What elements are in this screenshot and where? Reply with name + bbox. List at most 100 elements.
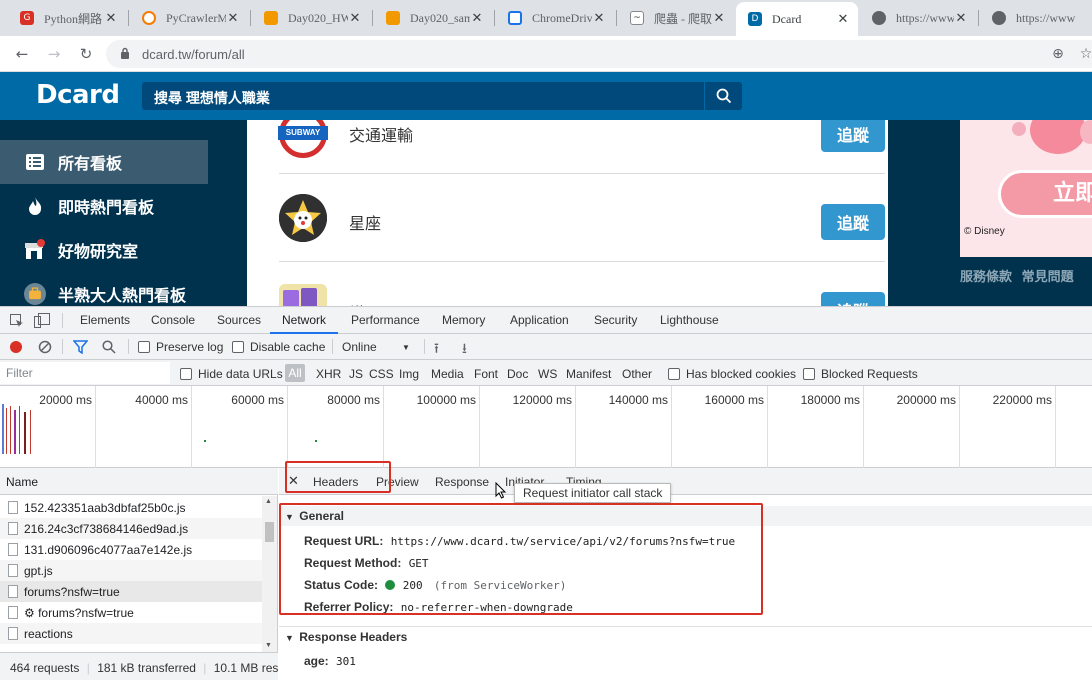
filter-js-button[interactable]: JS — [349, 367, 363, 381]
scroll-up-icon[interactable]: ▲ — [265, 498, 272, 505]
throttling-select[interactable]: Online ▼ — [342, 340, 414, 354]
reload-icon[interactable]: ↻ — [76, 44, 96, 64]
close-icon[interactable]: ✕ — [836, 12, 850, 27]
clear-icon[interactable] — [38, 340, 52, 357]
filter-icon[interactable] — [72, 340, 89, 357]
follow-button[interactable]: 追蹤 — [821, 204, 885, 240]
browser-tab[interactable]: ChromeDriv ✕ — [496, 4, 614, 32]
export-har-icon[interactable]: ⭳ — [462, 338, 467, 362]
preserve-log-checkbox[interactable]: Preserve log — [138, 340, 223, 354]
filter-media-button[interactable]: Media — [431, 367, 464, 381]
timeline-bar — [204, 440, 206, 442]
tab-network[interactable]: Network — [270, 307, 339, 334]
browser-tab-active[interactable]: D Dcard ✕ — [736, 2, 858, 36]
request-row-selected[interactable]: forums?nsfw=true — [0, 581, 262, 602]
browser-tab[interactable]: G Python網路 ✕ — [8, 4, 126, 32]
response-headers-section-header[interactable]: ▼ Response Headers — [279, 626, 1092, 646]
scrollbar-thumb[interactable] — [265, 522, 274, 542]
request-row[interactable]: reactions — [0, 623, 262, 644]
ad-cta-button[interactable]: 立即 — [998, 170, 1092, 218]
filter-img-button[interactable]: Img — [399, 367, 419, 381]
faq-link[interactable]: 常見問題 — [1022, 269, 1074, 284]
forum-row[interactable]: 星座 追蹤 — [279, 174, 885, 262]
tarot-icon — [279, 284, 327, 306]
right-pane: 立即 © Disney 服務條款 常見問題 — [948, 120, 1092, 306]
disable-cache-label: Disable cache — [250, 340, 326, 354]
sidebar-item-trending[interactable]: 即時熱門看板 — [0, 184, 208, 228]
terms-link[interactable]: 服務條款 — [960, 269, 1012, 284]
inspect-element-icon[interactable] — [10, 314, 24, 331]
star-icon[interactable]: ☆ — [1076, 44, 1092, 64]
tab-application[interactable]: Application — [510, 307, 569, 334]
tab-response[interactable]: Response — [435, 475, 489, 489]
name-column-header[interactable]: Name — [0, 468, 278, 495]
back-arrow-icon[interactable]: ← — [12, 44, 32, 64]
throttling-value: Online — [342, 340, 377, 354]
timeline-bar — [19, 406, 20, 454]
request-row[interactable]: 131.d906096c4077aa7e142e.js — [0, 539, 262, 560]
forward-arrow-icon[interactable]: → — [44, 44, 64, 64]
import-har-icon[interactable]: ⭱ — [434, 338, 439, 362]
search-icon[interactable] — [102, 340, 116, 357]
browser-tab[interactable]: ~ 爬蟲 - 爬取 ✕ — [618, 4, 734, 32]
network-overview-timeline[interactable]: 20000 ms 40000 ms 60000 ms 80000 ms 1000… — [0, 386, 1092, 468]
disable-cache-checkbox[interactable]: Disable cache — [232, 340, 325, 354]
follow-button[interactable]: 追蹤 — [821, 120, 885, 152]
tab-lighthouse[interactable]: Lighthouse — [660, 307, 719, 334]
add-bookmark-icon[interactable]: ⊕ — [1048, 44, 1068, 64]
tab-elements[interactable]: Elements — [80, 307, 130, 334]
tab-console[interactable]: Console — [151, 307, 195, 334]
filter-css-button[interactable]: CSS — [369, 367, 394, 381]
sidebar-item-all-boards[interactable]: 所有看板 — [0, 140, 208, 184]
tab-security[interactable]: Security — [594, 307, 637, 334]
record-icon[interactable] — [10, 341, 22, 353]
filter-manifest-button[interactable]: Manifest — [566, 367, 611, 381]
filter-font-button[interactable]: Font — [474, 367, 498, 381]
omnibox[interactable]: dcard.tw/forum/all — [106, 40, 1092, 68]
browser-tab[interactable]: https://www ✕ — [860, 4, 976, 32]
filter-doc-button[interactable]: Doc — [507, 367, 528, 381]
ad-banner[interactable]: 立即 © Disney — [960, 120, 1092, 257]
file-icon — [8, 627, 18, 640]
browser-tab[interactable]: https://www — [980, 4, 1092, 32]
tab-memory[interactable]: Memory — [442, 307, 485, 334]
request-row[interactable]: 152.423351aab3dbfaf25b0c.js — [0, 497, 262, 518]
has-blocked-cookies-checkbox[interactable]: Has blocked cookies — [668, 367, 796, 381]
request-row[interactable]: 216.24c3cf738684146ed9ad.js — [0, 518, 262, 539]
request-list-scrollbar[interactable]: ▲ ▼ — [262, 496, 277, 652]
forum-row[interactable]: 塔羅 追蹤 — [279, 262, 885, 306]
forum-row[interactable]: SUBWAY 交通運輸 追蹤 — [278, 120, 885, 174]
device-toolbar-icon[interactable] — [34, 313, 50, 331]
scroll-down-icon[interactable]: ▼ — [265, 642, 272, 649]
hide-data-urls-checkbox[interactable]: Hide data URLs — [180, 367, 283, 381]
blocked-requests-checkbox[interactable]: Blocked Requests — [803, 367, 918, 381]
browser-tab[interactable]: Day020_sam ✕ — [374, 4, 492, 32]
filter-all-button[interactable]: All — [285, 364, 305, 382]
dcard-logo[interactable]: Dcard — [36, 80, 120, 110]
tab-performance[interactable]: Performance — [351, 307, 420, 334]
close-icon[interactable]: ✕ — [470, 11, 484, 26]
filter-input[interactable]: Filter — [0, 362, 170, 384]
follow-button[interactable]: 追蹤 — [821, 292, 885, 306]
search-button[interactable] — [704, 82, 742, 110]
browser-tab[interactable]: Day020_HW ✕ — [252, 4, 370, 32]
close-icon[interactable]: ✕ — [712, 11, 726, 26]
search-input[interactable]: 搜尋 理想情人職業 — [142, 82, 742, 110]
forum-name: 星座 — [349, 216, 382, 233]
dcard-favicon-icon: D — [748, 12, 762, 26]
request-row[interactable]: ⚙ forums?nsfw=true — [0, 602, 262, 623]
preserve-log-label: Preserve log — [156, 340, 224, 354]
request-row[interactable]: gpt.js — [0, 560, 262, 581]
sidebar-item-goods-lab[interactable]: 好物研究室 — [0, 228, 208, 272]
filter-ws-button[interactable]: WS — [538, 367, 557, 381]
tab-sources[interactable]: Sources — [217, 307, 261, 334]
filter-other-button[interactable]: Other — [622, 367, 652, 381]
filter-xhr-button[interactable]: XHR — [316, 367, 341, 381]
browser-tab[interactable]: PyCrawlerM ✕ — [130, 4, 248, 32]
sidebar-item-adult-boards[interactable]: 半熟大人熱門看板 — [0, 272, 208, 306]
close-icon[interactable]: ✕ — [348, 11, 362, 26]
close-icon[interactable]: ✕ — [592, 11, 606, 26]
close-icon[interactable]: ✕ — [104, 11, 118, 26]
close-icon[interactable]: ✕ — [954, 11, 968, 26]
close-icon[interactable]: ✕ — [226, 11, 240, 26]
